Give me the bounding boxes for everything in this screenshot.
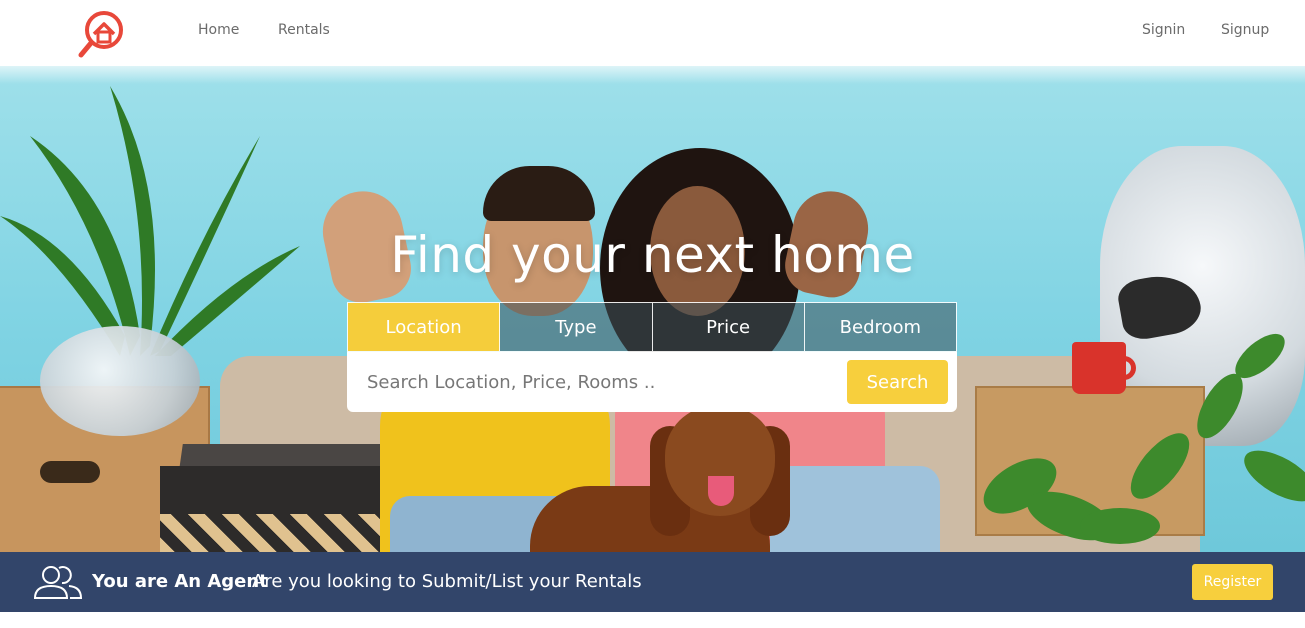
- house-search-logo-icon[interactable]: [76, 8, 128, 60]
- hero-zigzag-pattern: [160, 514, 410, 552]
- nav-home-link[interactable]: Home: [198, 22, 239, 38]
- hero-dog-tongue: [708, 476, 734, 506]
- hero-section: Find your next home Location Type Price …: [0, 66, 1305, 552]
- hero-bubble-wrap-left: [40, 326, 200, 436]
- tab-type[interactable]: Type: [500, 303, 653, 351]
- tab-location[interactable]: Location: [348, 303, 501, 351]
- top-navbar: Home Rentals Signin Signup: [0, 0, 1305, 66]
- search-tabs: Location Type Price Bedroom: [347, 302, 957, 352]
- register-button[interactable]: Register: [1192, 564, 1273, 600]
- users-icon: [32, 564, 84, 600]
- hero-plant-right: [983, 333, 1305, 544]
- hero-woman-jeans: [770, 466, 940, 552]
- search-button[interactable]: Search: [847, 360, 948, 404]
- tab-bedroom[interactable]: Bedroom: [804, 303, 956, 351]
- tab-price[interactable]: Price: [652, 303, 805, 351]
- agent-banner-title: You are An Agent: [92, 571, 268, 592]
- hero-plant-left: [0, 86, 300, 356]
- hero-man-hair: [483, 166, 595, 221]
- signin-link[interactable]: Signin: [1142, 22, 1185, 38]
- search-card: Location Type Price Bedroom Search: [347, 302, 957, 412]
- hero-box-left-handle: [40, 461, 100, 483]
- hero-headline: Find your next home: [390, 226, 915, 284]
- agent-banner: You are An Agent Are you looking to Subm…: [0, 552, 1305, 612]
- signup-link[interactable]: Signup: [1221, 22, 1269, 38]
- search-row: Search: [347, 352, 957, 412]
- search-input[interactable]: [355, 362, 835, 402]
- agent-banner-text: Are you looking to Submit/List your Rent…: [252, 571, 642, 592]
- nav-rentals-link[interactable]: Rentals: [278, 22, 330, 38]
